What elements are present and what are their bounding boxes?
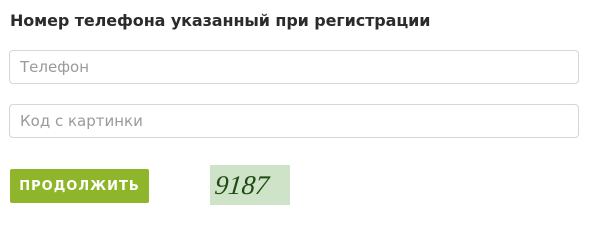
captcha-image: 9187	[210, 165, 290, 205]
form-heading: Номер телефона указанный при регистрации	[10, 11, 431, 30]
continue-button[interactable]: ПРОДОЛЖИТЬ	[10, 169, 149, 203]
phone-input[interactable]	[9, 50, 579, 84]
captcha-code-input[interactable]	[9, 104, 579, 138]
captcha-text: 9187	[213, 170, 272, 200]
